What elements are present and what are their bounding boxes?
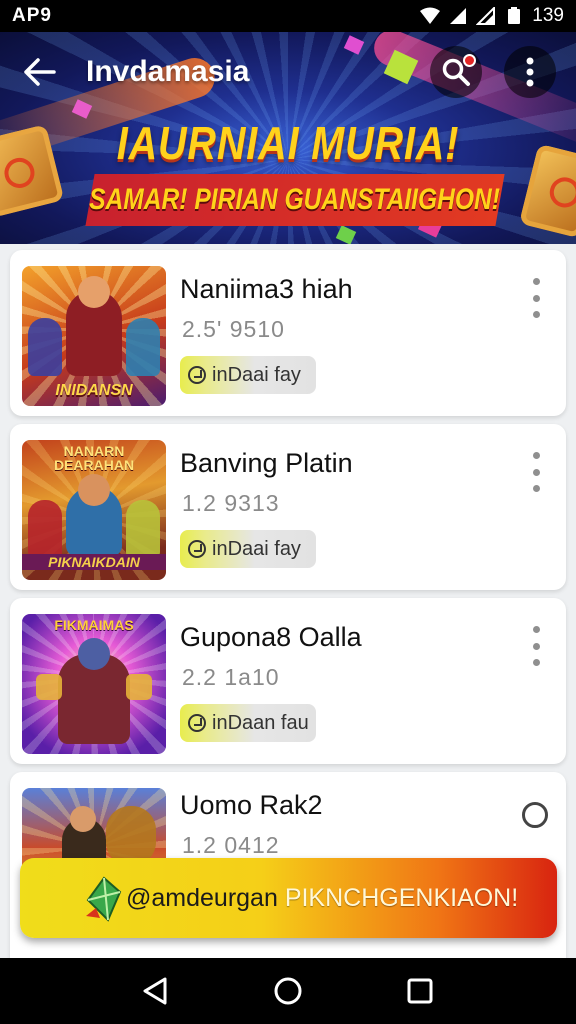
back-button[interactable] — [20, 52, 60, 92]
game-meta: 1.2 9313 — [182, 490, 280, 516]
app-screen: AP9 139 Invdamasia IAURNIAI MURIA! SAMAR… — [0, 0, 576, 1024]
clock-icon — [188, 714, 206, 732]
list-item[interactable]: FIKMAIMAS Gupona8 Oalla 2.2 1a10 inDaan … — [10, 598, 566, 764]
thumbnail-top-label: FIKMAIMAS — [54, 617, 134, 633]
badge-label: inDaai fay — [212, 537, 301, 560]
status-icons: 139 — [420, 5, 564, 27]
header-banner: Invdamasia IAURNIAI MURIA! SAMAR! PIRIAN… — [0, 32, 576, 244]
promo-text-highlight: PIKNCHGENKIAON! — [284, 883, 519, 912]
promo-text: @amdeurgan PIKNCHGENKIAON! — [126, 884, 518, 913]
game-title: Gupona8 Oalla — [180, 622, 362, 652]
banner-headline: IAURNIAI MURIA! — [116, 117, 460, 169]
wifi-icon — [420, 7, 441, 24]
game-thumbnail: INIDANSN — [22, 266, 166, 406]
banner-subline-band: SAMAR! PIRIAN GUANSTAIIGHON! — [85, 174, 505, 226]
status-bar: AP9 139 — [0, 0, 576, 32]
select-radio[interactable] — [522, 802, 548, 828]
battery-icon — [508, 7, 521, 24]
download-badge[interactable]: inDaai fay — [180, 530, 316, 568]
badge-label: inDaan fau — [212, 711, 309, 734]
nav-recents-icon — [407, 978, 433, 1004]
item-more-button[interactable] — [524, 626, 548, 666]
item-more-button[interactable] — [524, 452, 548, 492]
nav-home-icon — [274, 977, 302, 1005]
search-button[interactable] — [430, 46, 482, 98]
game-title: Uomo Rak2 — [180, 790, 323, 820]
nav-back-icon — [143, 977, 167, 1005]
clock-icon — [188, 540, 206, 558]
list-item[interactable]: INIDANSN Naniima3 hiah 2.5' 9510 inDaai … — [10, 250, 566, 416]
promo-banner[interactable]: @amdeurgan PIKNCHGENKIAON! — [20, 858, 557, 938]
badge-label: inDaai fay — [212, 363, 301, 386]
system-nav-bar — [0, 958, 576, 1024]
more-vertical-icon — [526, 57, 534, 87]
list-item[interactable]: NANARN DEARAHAN PIKNAIKDAIN Banving Plat… — [10, 424, 566, 590]
clock: 139 — [532, 5, 564, 26]
game-meta: 2.5' 9510 — [182, 316, 285, 342]
signal-icon-2 — [476, 7, 496, 25]
more-options-button[interactable] — [504, 46, 556, 98]
thumbnail-top-label: NANARN DEARAHAN — [53, 443, 135, 473]
page-title: Invdamasia — [86, 55, 250, 88]
nav-back-button[interactable] — [136, 971, 176, 1011]
app-bar: Invdamasia — [0, 32, 576, 112]
game-title: Banving Platin — [180, 448, 353, 478]
banner-subline: SAMAR! PIRIAN GUANSTAIIGHON! — [89, 183, 501, 216]
thumbnail-caption: INIDANSN — [55, 382, 133, 399]
download-badge[interactable]: inDaan fau — [180, 704, 316, 742]
game-thumbnail: NANARN DEARAHAN PIKNAIKDAIN — [22, 440, 166, 580]
game-thumbnail: FIKMAIMAS — [22, 614, 166, 754]
item-more-button[interactable] — [524, 278, 548, 318]
back-arrow-icon — [24, 58, 56, 86]
signal-icon — [450, 8, 467, 24]
promo-text-main: @amdeurgan — [126, 883, 278, 912]
clock-icon — [188, 366, 206, 384]
nav-recents-button[interactable] — [400, 971, 440, 1011]
nav-home-button[interactable] — [268, 971, 308, 1011]
download-badge[interactable]: inDaai fay — [180, 356, 316, 394]
thumbnail-caption: PIKNAIKDAIN — [22, 554, 166, 570]
game-title: Naniima3 hiah — [180, 274, 353, 304]
game-meta: 1.2 0412 — [182, 832, 280, 858]
carrier-label: AP9 — [12, 5, 52, 26]
gem-icon — [86, 876, 122, 922]
game-meta: 2.2 1a10 — [182, 664, 280, 690]
notification-dot — [463, 54, 476, 67]
